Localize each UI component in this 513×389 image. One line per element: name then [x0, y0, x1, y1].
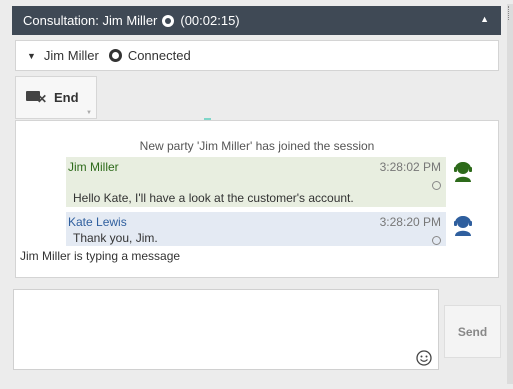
- agent-headset-icon: [454, 162, 472, 182]
- party-status: Connected: [127, 48, 191, 63]
- consultation-header[interactable]: Consultation: Jim Miller (00:02:15) ▲: [12, 6, 501, 35]
- end-button-label: End: [54, 90, 79, 105]
- party-name: Jim Miller: [43, 48, 99, 63]
- message-author: Jim Miller: [68, 160, 119, 174]
- window-edge: [507, 4, 513, 384]
- caret-up-icon[interactable]: ▲: [480, 14, 489, 24]
- dropdown-indicator-icon: ▼: [86, 110, 92, 116]
- read-receipt-icon: [432, 236, 441, 245]
- party-row[interactable]: ▼ Jim Miller Connected: [15, 40, 499, 71]
- message-text: Hello Kate, I'll have a look at the cust…: [73, 191, 354, 205]
- chat-message: Kate Lewis 3:28:20 PM Thank you, Jim.: [66, 212, 446, 246]
- message-author: Kate Lewis: [68, 215, 127, 229]
- message-input[interactable]: [14, 290, 438, 369]
- end-button[interactable]: ✕ End ▼: [15, 76, 97, 119]
- message-time: 3:28:20 PM: [379, 215, 441, 229]
- toolbar: ✕ End ▼: [15, 71, 499, 119]
- system-message: New party 'Jim Miller' has joined the se…: [139, 139, 375, 153]
- send-button[interactable]: Send: [444, 305, 501, 358]
- message-compose-area[interactable]: [13, 289, 439, 370]
- connected-status-icon: [108, 49, 122, 62]
- consultation-timer: (00:02:15): [180, 13, 240, 28]
- consultation-title: Consultation: Jim Miller: [23, 13, 158, 28]
- chat-message: Jim Miller 3:28:02 PM Hello Kate, I'll h…: [66, 157, 446, 207]
- smiley-icon[interactable]: [416, 350, 432, 366]
- typing-indicator: Jim Miller is typing a message: [20, 249, 181, 263]
- chat-status-icon: [162, 14, 175, 27]
- read-receipt-icon: [432, 181, 441, 190]
- message-time: 3:28:02 PM: [379, 160, 441, 174]
- agent-headset-icon: [454, 216, 472, 236]
- chat-transcript[interactable]: New party 'Jim Miller' has joined the se…: [15, 120, 499, 278]
- message-text: Thank you, Jim.: [73, 231, 158, 245]
- caret-down-icon[interactable]: ▼: [27, 51, 36, 61]
- end-chat-icon: ✕: [26, 90, 47, 105]
